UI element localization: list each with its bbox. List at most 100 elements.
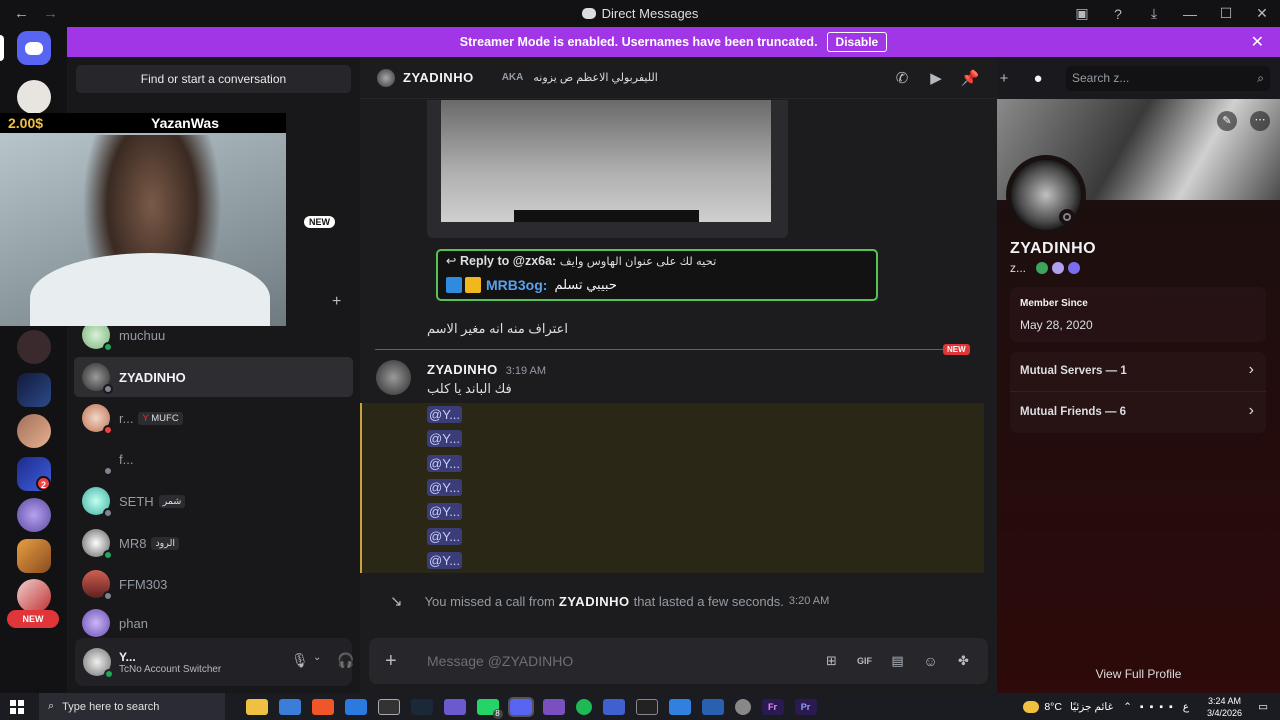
mutual-friends-row[interactable]: Mutual Friends — 6 › xyxy=(1010,393,1266,433)
chat-search-input[interactable]: Search z... ⌕ xyxy=(1066,66,1270,91)
weather-temp[interactable]: 8°C xyxy=(1044,701,1062,713)
dm-item-selected[interactable]: ZYADINHO xyxy=(74,357,353,397)
webcam-overlay xyxy=(0,133,286,326)
help-icon[interactable]: ? xyxy=(1100,6,1136,22)
steam-icon[interactable] xyxy=(410,698,433,715)
avatar xyxy=(82,487,113,518)
clock[interactable]: 3:24 AM 3/4/2026 xyxy=(1207,695,1242,719)
app-icon[interactable] xyxy=(668,698,691,715)
header-icons: ✆ ▶ 📌 + ● xyxy=(892,57,1048,99)
chatgpt-icon[interactable] xyxy=(377,698,400,715)
emoji-icon[interactable]: ☺ xyxy=(914,653,947,669)
member-since-label: Member Since xyxy=(1020,298,1088,309)
gift-icon[interactable]: ⊞ xyxy=(815,653,848,669)
attach-plus-icon[interactable]: + xyxy=(385,650,409,673)
game-icon[interactable] xyxy=(542,698,565,715)
missed-call-name[interactable]: ZYADINHO xyxy=(559,594,630,609)
taskbar-search[interactable]: ⌕ Type here to search xyxy=(39,693,225,720)
find-conversation-input[interactable]: Find or start a conversation xyxy=(76,65,351,93)
guild-icon[interactable] xyxy=(17,498,51,532)
mutual-servers-row[interactable]: Mutual Servers — 1 › xyxy=(1010,352,1266,392)
chevron-down-icon[interactable]: ⌄ xyxy=(313,652,321,663)
fresco-icon[interactable]: Fr xyxy=(761,698,784,715)
apps-icon[interactable]: ✤ xyxy=(947,653,980,669)
inbox-icon[interactable]: ▣ xyxy=(1064,5,1100,22)
guild-icon[interactable] xyxy=(17,373,51,407)
guild-icon[interactable] xyxy=(17,579,51,613)
dm-item[interactable]: phan xyxy=(74,606,353,640)
mail-icon[interactable] xyxy=(344,698,367,715)
add-dm-icon[interactable]: + xyxy=(332,293,341,311)
app-icon[interactable] xyxy=(701,698,724,715)
more-options-icon[interactable]: ⋯ xyxy=(1250,111,1270,131)
title-bar: ← → Direct Messages ▣ ? ⤓ — ☐ ✕ xyxy=(0,0,1280,27)
download-icon[interactable]: ⤓ xyxy=(1136,5,1172,22)
dm-item[interactable]: SETH شمر xyxy=(74,481,353,521)
user-mention[interactable]: @Y... xyxy=(427,528,463,545)
guild-icon[interactable] xyxy=(17,330,51,364)
guild-icon[interactable] xyxy=(17,414,51,448)
brave-icon[interactable] xyxy=(311,698,334,715)
user-mention[interactable]: @Y... xyxy=(427,479,463,496)
gif-icon[interactable]: GIF xyxy=(848,656,881,666)
home-button[interactable] xyxy=(17,31,51,65)
headphones-icon[interactable]: 🎧 xyxy=(337,652,354,669)
discord-taskbar-icon[interactable] xyxy=(507,696,534,717)
back-arrow-icon[interactable]: ← xyxy=(14,5,29,22)
reply-author[interactable]: MRB3og: xyxy=(486,277,547,293)
message-avatar[interactable] xyxy=(376,360,411,395)
forward-arrow-icon[interactable]: → xyxy=(43,5,58,22)
whatsapp-icon[interactable]: 8 xyxy=(476,698,503,719)
pin-icon[interactable]: 📌 xyxy=(960,69,980,87)
guild-icon[interactable] xyxy=(17,539,51,573)
user-mention[interactable]: @Y... xyxy=(427,455,463,472)
dm-item[interactable]: f... xyxy=(74,439,353,479)
disable-button[interactable]: Disable xyxy=(826,32,888,52)
status-dnd-icon xyxy=(103,425,113,435)
reply-embed[interactable]: ↩ Reply to @zx6a: تحيه لك على عنوان الها… xyxy=(436,249,878,301)
user-mention[interactable]: @Y... xyxy=(427,430,463,447)
video-call-icon[interactable]: ▶ xyxy=(926,69,946,87)
terminal-icon[interactable] xyxy=(635,698,658,715)
spotify-icon[interactable] xyxy=(575,698,592,715)
search-icon: ⌕ xyxy=(48,700,55,712)
new-guild-pill[interactable]: NEW xyxy=(7,610,59,628)
close-window-icon[interactable]: ✕ xyxy=(1244,5,1280,22)
view-full-profile-link[interactable]: View Full Profile xyxy=(997,667,1280,681)
tray-chevron-icon[interactable]: ⌃ xyxy=(1123,701,1132,713)
minimize-icon[interactable]: — xyxy=(1172,6,1208,22)
close-banner-icon[interactable]: ✕ xyxy=(1251,32,1264,52)
guild-icon[interactable] xyxy=(17,80,51,114)
profile-avatar[interactable] xyxy=(1006,155,1086,235)
app-icon[interactable] xyxy=(734,698,751,715)
dm-item[interactable]: FFM303 xyxy=(74,564,353,604)
file-explorer-icon[interactable] xyxy=(245,698,268,715)
premiere-icon[interactable]: Pr xyxy=(794,698,817,715)
tray-icons[interactable]: ▪▪▪▪ xyxy=(1140,701,1179,713)
user-avatar[interactable] xyxy=(83,648,114,679)
avatar xyxy=(82,404,113,435)
notifications-icon[interactable]: ▭ xyxy=(1258,701,1268,713)
user-mention[interactable]: @Y... xyxy=(427,503,463,520)
browser-icon[interactable] xyxy=(443,698,466,715)
add-friend-icon[interactable]: + xyxy=(994,70,1014,87)
language-indicator[interactable]: ع xyxy=(1183,701,1189,713)
store-icon[interactable] xyxy=(278,698,301,715)
dm-item[interactable]: MR8 الرود xyxy=(74,523,353,563)
windows-start-icon[interactable] xyxy=(10,699,24,714)
avatar xyxy=(82,570,113,601)
avatar xyxy=(82,609,110,637)
microphone-icon[interactable]: 🎙 xyxy=(291,652,309,669)
dm-item[interactable]: r... Y MUFC xyxy=(74,398,353,438)
sticker-icon[interactable]: ▤ xyxy=(881,653,914,669)
edit-profile-icon[interactable]: ✎ xyxy=(1217,111,1237,131)
user-profile-icon[interactable]: ● xyxy=(1028,70,1048,87)
user-mention[interactable]: @Y... xyxy=(427,406,463,423)
maximize-icon[interactable]: ☐ xyxy=(1208,5,1244,22)
image-embed[interactable] xyxy=(427,100,788,238)
user-mention[interactable]: @Y... xyxy=(427,552,463,569)
vpn-icon[interactable] xyxy=(602,698,625,715)
message-author[interactable]: ZYADINHO xyxy=(427,362,498,377)
message-input[interactable]: Message @ZYADINHO xyxy=(427,653,815,669)
voice-call-icon[interactable]: ✆ xyxy=(892,69,912,87)
